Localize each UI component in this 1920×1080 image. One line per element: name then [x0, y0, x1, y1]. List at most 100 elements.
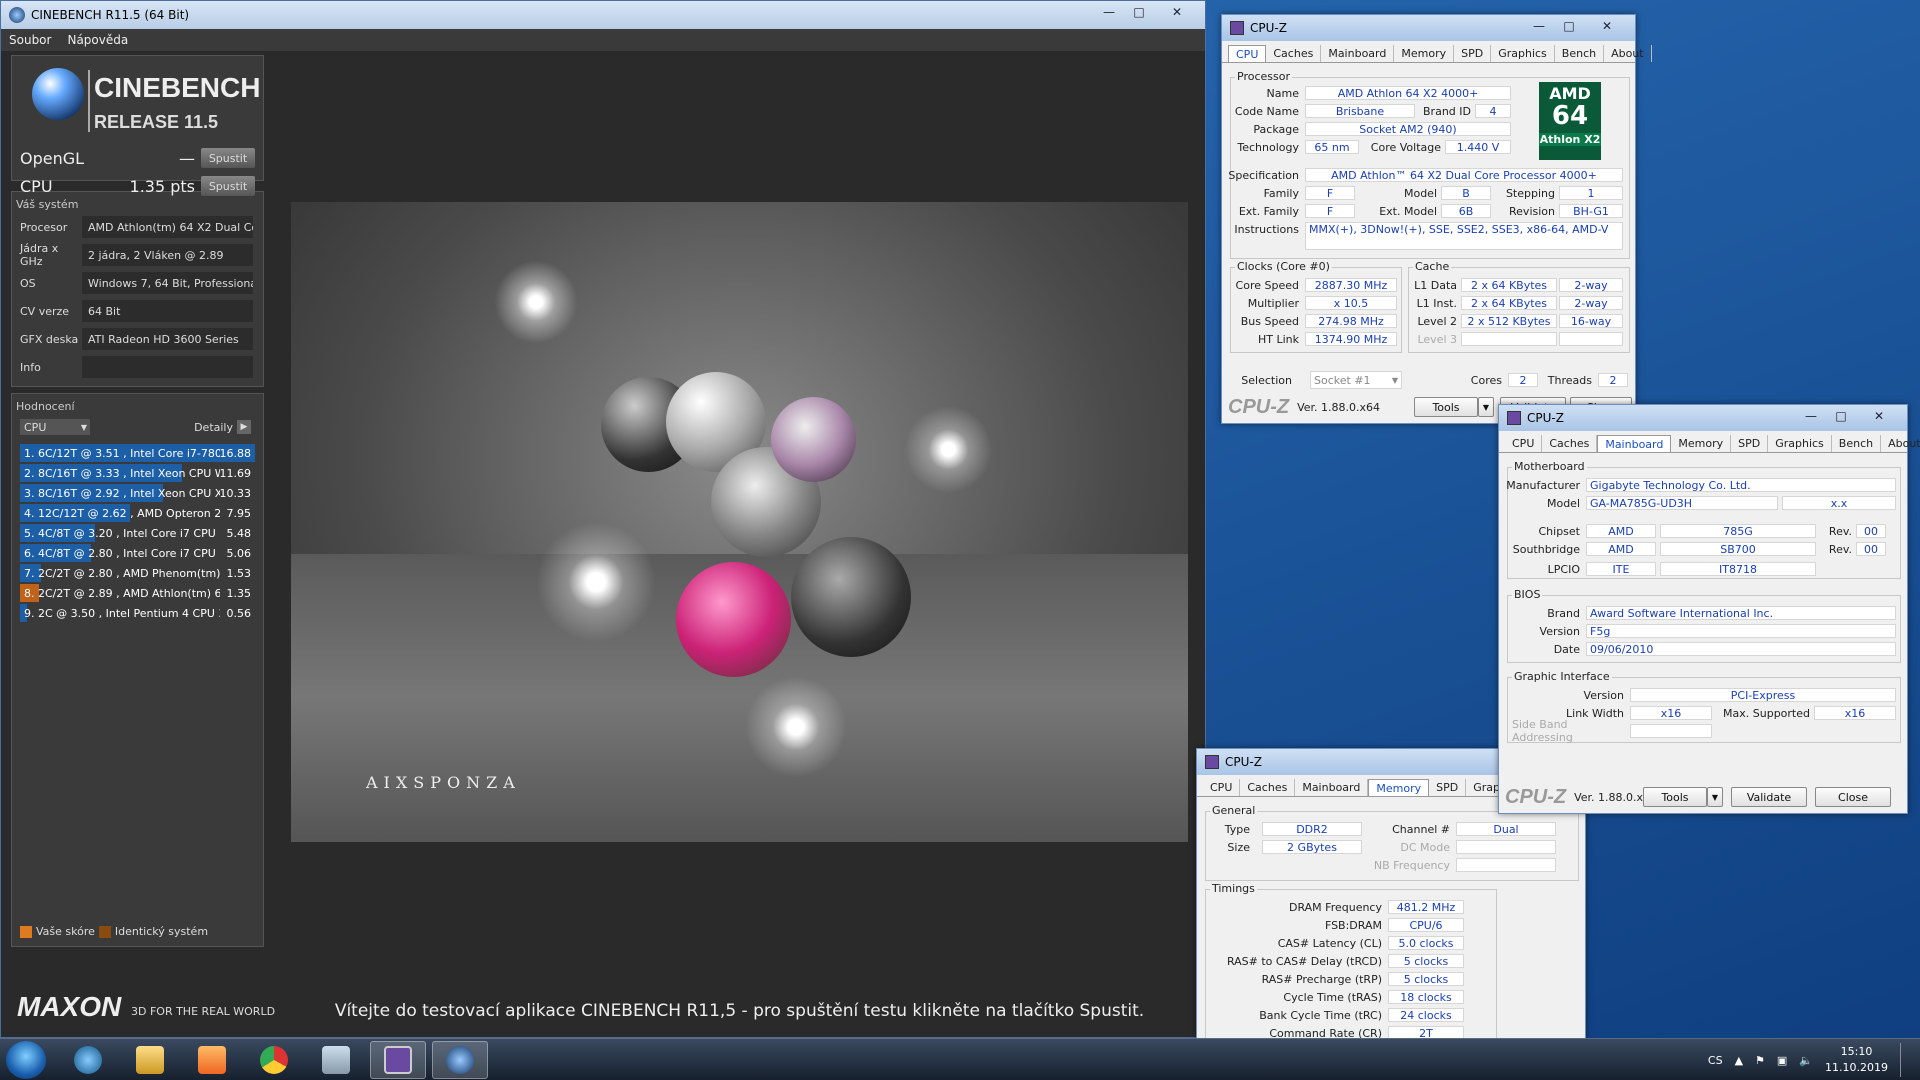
tools-dropdown[interactable]: ▼ [1478, 397, 1494, 417]
chevron-down-icon: ▼ [80, 422, 87, 432]
close-button[interactable]: ✕ [1155, 3, 1199, 21]
tab-spd[interactable]: SPD [1731, 435, 1769, 452]
tab-mainboard[interactable]: Mainboard [1321, 45, 1395, 62]
cinebench-app-icon [9, 7, 25, 23]
level3-assoc [1559, 332, 1623, 346]
motherboard-label: Motherboard [1512, 460, 1587, 473]
ranking-item[interactable]: 7. 2C/2T @ 2.80 , AMD Phenom(tm) II 1.53 [20, 563, 255, 583]
lpcio-vendor: ITE [1586, 562, 1656, 576]
taskbar-cinebench[interactable] [432, 1041, 488, 1079]
core-voltage-label: Core Voltage [1370, 140, 1441, 154]
menu-soubor[interactable]: Soubor [1, 33, 59, 47]
ranking-item[interactable]: 9. 2C @ 3.50 , Intel Pentium 4 CPU 3.0 0.… [20, 603, 255, 623]
taskbar: CS ▲ ⚑ ▣ 🔈 15:10 11.10.2019 [0, 1038, 1920, 1080]
tab-graphics[interactable]: Graphics [1491, 45, 1555, 62]
chipset-label: Chipset [1538, 524, 1580, 538]
network-icon[interactable]: ▣ [1777, 1054, 1787, 1067]
ranking-item[interactable]: 2. 8C/16T @ 3.33 , Intel Xeon CPU W 11.69 [20, 463, 255, 483]
taskbar-cpuz[interactable] [370, 1041, 426, 1079]
minimize-button[interactable]: — [1525, 17, 1553, 35]
tab-memory[interactable]: Memory [1394, 45, 1455, 62]
threads: 2 [1598, 373, 1628, 387]
tab-about[interactable]: About [1604, 45, 1652, 62]
maximize-button[interactable]: □ [1555, 17, 1583, 35]
type-label: Type [1224, 822, 1250, 836]
system-row-label: Jádra x GHz [20, 242, 59, 268]
cinebench-titlebar[interactable]: CINEBENCH R11.5 (64 Bit) — □ ✕ [1, 1, 1205, 29]
cpuz-cpu-titlebar[interactable]: CPU-Z — □ ✕ [1222, 15, 1635, 41]
tab-spd[interactable]: SPD [1429, 779, 1467, 796]
name-label: Name [1266, 86, 1299, 100]
memory-size: 2 GBytes [1262, 840, 1362, 854]
tab-bench[interactable]: Bench [1832, 435, 1882, 452]
maximize-button[interactable]: □ [1125, 3, 1153, 21]
menu-napoveda[interactable]: Nápověda [59, 33, 136, 47]
tab-memory[interactable]: Memory [1671, 435, 1732, 452]
ranking-item[interactable]: 8. 2C/2T @ 2.89 , AMD Athlon(tm) 64 X 1.3… [20, 583, 255, 603]
socket-select[interactable]: Socket #1 ▼ [1310, 371, 1402, 389]
legend-mine: Vaše skóre [36, 925, 95, 938]
close-button[interactable]: ✕ [1857, 407, 1901, 425]
tools-dropdown[interactable]: ▼ [1707, 787, 1723, 807]
cpuz-icon [384, 1046, 412, 1074]
details-button[interactable]: Detaily ▶ [194, 420, 251, 434]
ranking-item[interactable]: 5. 4C/8T @ 3.20 , Intel Core i7 CPU 96 5.… [20, 523, 255, 543]
cpuz-mainboard-titlebar[interactable]: CPU-Z — □ ✕ [1499, 405, 1907, 431]
taskbar-ie[interactable] [60, 1041, 116, 1079]
ranking-label: 2. 8C/16T @ 3.33 , Intel Xeon CPU W [24, 466, 220, 480]
cpuz-mainboard-title: CPU-Z [1527, 411, 1564, 425]
tab-memory[interactable]: Memory [1368, 779, 1430, 796]
tab-caches[interactable]: Caches [1542, 435, 1598, 452]
taskbar-explorer[interactable] [122, 1041, 178, 1079]
tools-button[interactable]: Tools [1414, 397, 1478, 417]
tab-graphics[interactable]: Graphics [1768, 435, 1832, 452]
close-window-button[interactable]: Close [1815, 787, 1891, 807]
taskbar-media-player[interactable] [184, 1041, 240, 1079]
cores: 2 [1508, 373, 1538, 387]
tab-caches[interactable]: Caches [1240, 779, 1296, 796]
ranking-dropdown[interactable]: CPU ▼ [20, 419, 90, 435]
taskbar-tool[interactable] [308, 1041, 364, 1079]
ranking-item[interactable]: 6. 4C/8T @ 2.80 , Intel Core i7 CPU 86 5.… [20, 543, 255, 563]
validate-button[interactable]: Validate [1731, 787, 1807, 807]
amd-athlon-logo: AMD 64 Athlon X2 [1539, 82, 1601, 160]
l1-inst-label: L1 Inst. [1416, 296, 1457, 310]
start-button[interactable] [6, 1041, 46, 1079]
cpuz-cpu-window: CPU-Z — □ ✕ CPU Caches Mainboard Memory SPD Gra… [1221, 14, 1652, 424]
tab-cpu[interactable]: CPU [1203, 779, 1241, 796]
side-band [1630, 724, 1712, 738]
tab-cpu[interactable]: CPU [1505, 435, 1543, 452]
media-player-icon [198, 1046, 226, 1074]
maximize-button[interactable]: □ [1827, 407, 1855, 425]
minimize-button[interactable]: — [1095, 3, 1123, 21]
cinebench-window: CINEBENCH R11.5 (64 Bit) — □ ✕ Soubor Ná… [0, 0, 1206, 1038]
chipset-rev-label: Rev. [1828, 524, 1852, 538]
tools-button[interactable]: Tools [1643, 787, 1707, 807]
minimize-button[interactable]: — [1797, 407, 1825, 425]
welcome-message: Vítejte do testovací aplikace CINEBENCH … [334, 1001, 1145, 1021]
language-indicator[interactable]: CS [1708, 1054, 1723, 1067]
show-desktop-button[interactable] [1900, 1043, 1910, 1077]
taskbar-chrome[interactable] [246, 1041, 302, 1079]
tab-spd[interactable]: SPD [1454, 45, 1492, 62]
amd-logo-64: 64 [1551, 101, 1589, 131]
clock[interactable]: 15:10 11.10.2019 [1825, 1044, 1888, 1076]
chevron-up-icon[interactable]: ▲ [1735, 1054, 1743, 1067]
tab-mainboard[interactable]: Mainboard [1597, 435, 1672, 452]
opengl-run-button[interactable]: Spustit [201, 148, 255, 168]
tab-cpu[interactable]: CPU [1228, 45, 1267, 62]
tab-mainboard[interactable]: Mainboard [1295, 779, 1369, 796]
ranking-item[interactable]: 1. 6C/12T @ 3.51 , Intel Core i7-7800X 16… [20, 443, 255, 463]
tab-bench[interactable]: Bench [1555, 45, 1605, 62]
tools-label: Tools [1432, 400, 1460, 414]
tab-caches[interactable]: Caches [1266, 45, 1322, 62]
close-button[interactable]: ✕ [1585, 17, 1629, 35]
bios-label: BIOS [1512, 588, 1543, 601]
validate-label: Validate [1746, 790, 1792, 804]
tab-about[interactable]: About [1881, 435, 1920, 452]
ranking-item[interactable]: 4. 12C/12T @ 2.62 , AMD Opteron 243 7.95 [20, 503, 255, 523]
cpu-run-button[interactable]: Spustit [201, 176, 255, 196]
ranking-item[interactable]: 3. 8C/16T @ 2.92 , Intel Xeon CPU X5 10.3… [20, 483, 255, 503]
flag-icon[interactable]: ⚑ [1755, 1054, 1765, 1067]
volume-icon[interactable]: 🔈 [1799, 1054, 1813, 1067]
